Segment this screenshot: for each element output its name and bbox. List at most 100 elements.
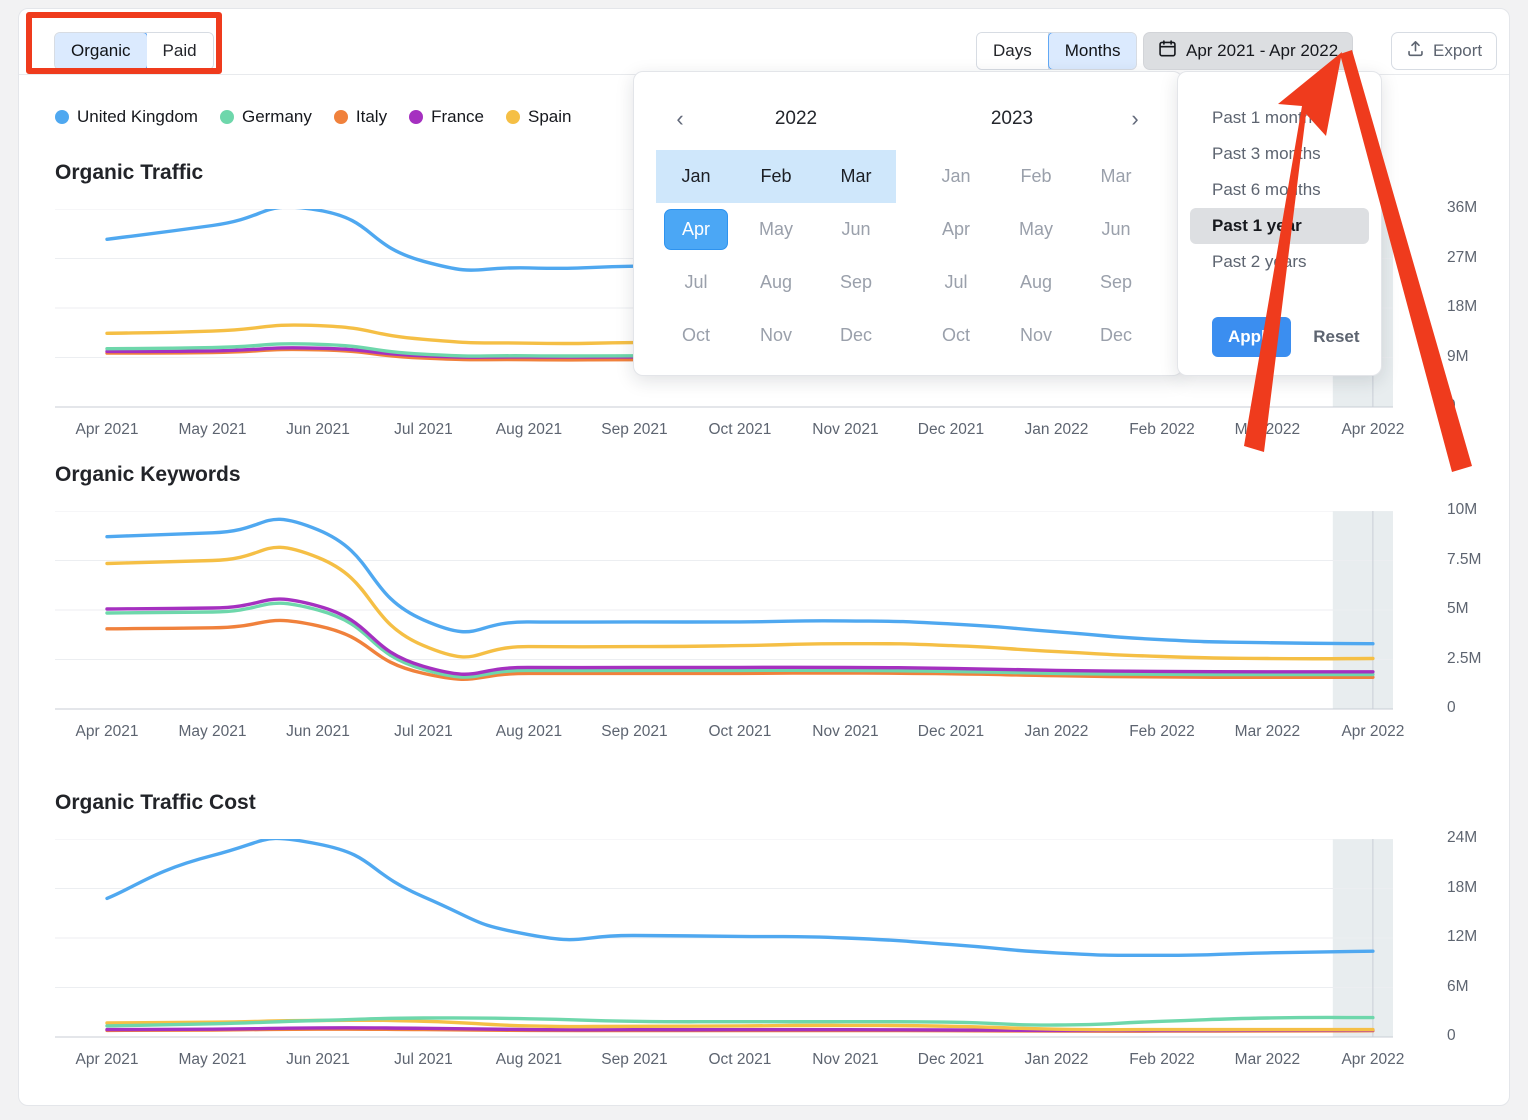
analytics-panel: Organic Paid Days Months Apr 2021 - Apr … bbox=[18, 8, 1510, 1106]
x-axis-tick-label: Sep 2021 bbox=[601, 723, 668, 740]
date-range-label: Apr 2021 - Apr 2022 bbox=[1186, 41, 1339, 60]
legend-label: Italy bbox=[355, 107, 388, 126]
x-axis-tick-label: Dec 2021 bbox=[917, 1051, 985, 1068]
date-range-button[interactable]: Apr 2021 - Apr 2022 bbox=[1143, 32, 1354, 70]
chevron-right-icon[interactable]: › bbox=[1122, 106, 1148, 132]
preset-item[interactable]: Past 3 months bbox=[1190, 136, 1369, 172]
x-axis-tick-label: May 2021 bbox=[178, 1051, 247, 1068]
chart-plot-area[interactable] bbox=[55, 839, 1393, 1041]
x-axis-tick-label: Jul 2021 bbox=[394, 1051, 453, 1068]
preset-item[interactable]: Past 2 years bbox=[1190, 244, 1369, 280]
mode-option-organic[interactable]: Organic bbox=[54, 33, 148, 69]
calendar-icon bbox=[1158, 39, 1177, 63]
calendar-month-jul[interactable]: Jul bbox=[916, 256, 996, 309]
x-axis-tick-label: Aug 2021 bbox=[495, 421, 563, 438]
legend-item[interactable]: Italy bbox=[333, 107, 388, 127]
x-axis-tick-label: Apr 2021 bbox=[75, 421, 139, 438]
chevron-left-icon[interactable]: ‹ bbox=[667, 106, 693, 132]
export-button[interactable]: Export bbox=[1391, 32, 1498, 70]
x-axis-tick-label: Aug 2021 bbox=[495, 723, 563, 740]
calendar-month-jun[interactable]: Jun bbox=[816, 203, 896, 256]
series-legend: United Kingdom Germany Italy France Spain bbox=[55, 107, 571, 127]
chart-title: Organic Traffic bbox=[55, 161, 204, 184]
x-axis-tick-label: Jan 2022 bbox=[1024, 723, 1089, 740]
x-axis-tick-label: Jun 2021 bbox=[286, 723, 350, 740]
x-axis-tick-label: Mar 2022 bbox=[1234, 421, 1301, 438]
legend-label: France bbox=[431, 107, 484, 126]
x-axis-tick-label: Jul 2021 bbox=[394, 723, 453, 740]
legend-item[interactable]: France bbox=[409, 107, 484, 127]
chart-title: Organic Keywords bbox=[55, 463, 241, 486]
calendar-year-right: 2023 bbox=[990, 108, 1034, 129]
x-axis-tick-label: Apr 2022 bbox=[1341, 421, 1405, 438]
calendar-month-dec[interactable]: Dec bbox=[816, 309, 896, 362]
calendar-month-jan[interactable]: Jan bbox=[656, 150, 736, 203]
x-axis-tick-label: Jan 2022 bbox=[1024, 421, 1089, 438]
x-axis-tick-label: Feb 2022 bbox=[1129, 723, 1195, 740]
calendar-month-jul[interactable]: Jul bbox=[656, 256, 736, 309]
legend-item[interactable]: United Kingdom bbox=[55, 107, 198, 127]
mode-toggle[interactable]: Organic Paid bbox=[54, 32, 214, 70]
y-axis-tick-label: 18M bbox=[1447, 878, 1478, 896]
calendar-month-mar[interactable]: Mar bbox=[1076, 150, 1156, 203]
calendar-month-jan[interactable]: Jan bbox=[916, 150, 996, 203]
y-axis-tick-label: 12M bbox=[1447, 928, 1478, 945]
calendar-month-dec[interactable]: Dec bbox=[1076, 309, 1156, 362]
legend-item[interactable]: Spain bbox=[506, 107, 571, 127]
calendar-month-mar[interactable]: Mar bbox=[816, 150, 896, 203]
x-axis-tick-label: Apr 2021 bbox=[75, 1051, 139, 1068]
y-axis-tick-label: 5M bbox=[1447, 600, 1469, 617]
date-picker-popover: ‹ › 2022 2023 Jan Feb Mar Apr May Jun Jul Aug Se… bbox=[633, 71, 1183, 376]
legend-item[interactable]: Germany bbox=[219, 107, 312, 127]
y-axis-tick-label: 36M bbox=[1447, 199, 1478, 216]
y-axis-tick-label: 18M bbox=[1447, 298, 1478, 315]
y-axis-tick-label: 0 bbox=[1447, 1027, 1456, 1044]
x-axis-tick-label: Nov 2021 bbox=[812, 723, 879, 740]
preset-item[interactable]: Past 6 months bbox=[1190, 172, 1369, 208]
calendar-month-apr[interactable]: Apr bbox=[916, 203, 996, 256]
x-axis-tick-label: Apr 2021 bbox=[75, 723, 139, 740]
y-axis-tick-label: 7.5M bbox=[1447, 550, 1482, 568]
legend-label: Germany bbox=[241, 107, 312, 126]
calendar-month-jun[interactable]: Jun bbox=[1076, 203, 1156, 256]
calendar-month-may[interactable]: May bbox=[736, 203, 816, 256]
toolbar: Organic Paid Days Months Apr 2021 - Apr … bbox=[19, 9, 1509, 75]
legend-label: Spain bbox=[528, 107, 572, 126]
legend-color-dot bbox=[333, 110, 348, 124]
chart-title: Organic Traffic Cost bbox=[55, 791, 256, 814]
mode-option-paid[interactable]: Paid bbox=[146, 33, 213, 69]
x-axis-tick-label: Aug 2021 bbox=[495, 1051, 563, 1068]
calendar-month-feb[interactable]: Feb bbox=[736, 150, 816, 203]
y-axis-tick-label: 10M bbox=[1447, 501, 1478, 518]
granularity-toggle[interactable]: Days Months bbox=[976, 32, 1138, 70]
calendar-month-sep[interactable]: Sep bbox=[1076, 256, 1156, 309]
calendar-month-feb[interactable]: Feb bbox=[996, 150, 1076, 203]
calendar-month-may[interactable]: May bbox=[996, 203, 1076, 256]
x-axis-tick-label: Nov 2021 bbox=[812, 1051, 879, 1068]
chart-plot-area[interactable] bbox=[55, 511, 1393, 713]
legend-color-dot bbox=[506, 110, 520, 124]
calendar-months-left: Jan Feb Mar Apr May Jun Jul Aug Sep Oct Nov Dec bbox=[656, 150, 896, 362]
x-axis-tick-label: Feb 2022 bbox=[1129, 421, 1195, 438]
y-axis-tick-label: 0 bbox=[1447, 699, 1456, 716]
calendar-months-right: Jan Feb Mar Apr May Jun Jul Aug Sep Oct Nov Dec bbox=[916, 150, 1156, 362]
calendar-month-oct[interactable]: Oct bbox=[656, 309, 736, 362]
calendar-month-sep[interactable]: Sep bbox=[816, 256, 896, 309]
x-axis-tick-label: Apr 2022 bbox=[1341, 723, 1405, 740]
granularity-option-months[interactable]: Months bbox=[1047, 33, 1137, 69]
granularity-option-days[interactable]: Days bbox=[977, 33, 1049, 69]
y-axis-tick-label: 24M bbox=[1447, 829, 1478, 846]
preset-item[interactable]: Past 1 month bbox=[1190, 100, 1369, 136]
calendar-month-aug[interactable]: Aug bbox=[996, 256, 1076, 309]
calendar-month-nov[interactable]: Nov bbox=[996, 309, 1076, 362]
calendar-month-aug[interactable]: Aug bbox=[736, 256, 816, 309]
calendar-month-nov[interactable]: Nov bbox=[736, 309, 816, 362]
x-axis-tick-label: Mar 2022 bbox=[1234, 723, 1301, 740]
reset-button[interactable]: Reset bbox=[1307, 326, 1365, 348]
x-axis-tick-label: May 2021 bbox=[178, 421, 247, 438]
calendar-month-apr[interactable]: Apr bbox=[656, 203, 736, 256]
apply-button[interactable]: Apply bbox=[1212, 317, 1292, 357]
x-axis-tick-label: Oct 2021 bbox=[708, 1051, 772, 1068]
preset-item[interactable]: Past 1 year bbox=[1190, 208, 1369, 244]
calendar-month-oct[interactable]: Oct bbox=[916, 309, 996, 362]
